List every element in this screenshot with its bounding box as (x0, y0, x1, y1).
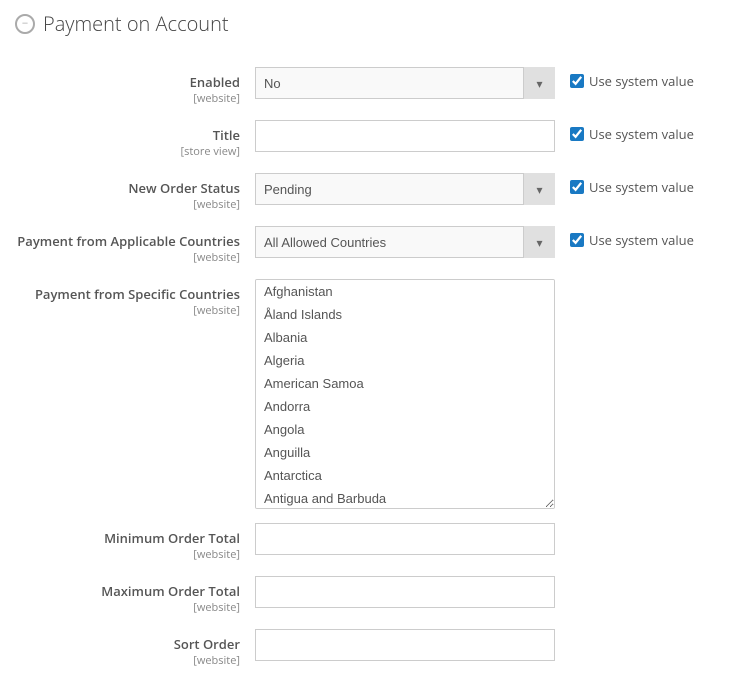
page-title: Payment on Account (43, 10, 229, 37)
label-minimum-order-total: Minimum Order Total [website] (15, 523, 255, 562)
use-system-value-new-order-status-checkbox[interactable] (570, 180, 584, 194)
form-row-applicable-countries: Payment from Applicable Countries [websi… (15, 226, 735, 265)
use-system-value-title-checkbox[interactable] (570, 127, 584, 141)
field-title: Payment on Account (255, 120, 555, 152)
form-row-title: Title [store view] Payment on Account Us… (15, 120, 735, 159)
system-value-title: Use system value (555, 120, 694, 143)
title-input[interactable]: Payment on Account (255, 120, 555, 152)
label-title: Title [store view] (15, 120, 255, 159)
field-enabled: No Yes ▾ (255, 67, 555, 99)
label-new-order-status: New Order Status [website] (15, 173, 255, 212)
select-wrapper-new-order-status: Pending Processing ▾ (255, 173, 555, 205)
field-specific-countries: Afghanistan Åland Islands Albania Algeri… (255, 279, 555, 509)
label-maximum-order-total: Maximum Order Total [website] (15, 576, 255, 615)
checkbox-wrapper-applicable-countries: Use system value (570, 231, 694, 249)
field-minimum-order-total (255, 523, 555, 555)
system-value-enabled: Use system value (555, 67, 694, 90)
form-row-minimum-order-total: Minimum Order Total [website] (15, 523, 735, 562)
use-system-value-applicable-countries-checkbox[interactable] (570, 233, 584, 247)
checkbox-wrapper-title: Use system value (570, 125, 694, 143)
label-specific-countries: Payment from Specific Countries [website… (15, 279, 255, 318)
new-order-status-select[interactable]: Pending Processing (255, 173, 555, 205)
form-row-specific-countries: Payment from Specific Countries [website… (15, 279, 735, 509)
system-value-new-order-status: Use system value (555, 173, 694, 196)
system-value-maximum-order-total (555, 576, 570, 581)
checkbox-wrapper-enabled: Use system value (570, 72, 694, 90)
sort-order-input[interactable] (255, 629, 555, 661)
field-sort-order (255, 629, 555, 661)
collapse-icon[interactable]: − (15, 14, 35, 34)
specific-countries-multiselect[interactable]: Afghanistan Åland Islands Albania Algeri… (255, 279, 555, 509)
form-row-new-order-status: New Order Status [website] Pending Proce… (15, 173, 735, 212)
form-row-enabled: Enabled [website] No Yes ▾ Use system va… (15, 67, 735, 106)
label-enabled: Enabled [website] (15, 67, 255, 106)
checkbox-wrapper-new-order-status: Use system value (570, 178, 694, 196)
payment-on-account-form: Enabled [website] No Yes ▾ Use system va… (15, 67, 735, 668)
label-applicable-countries: Payment from Applicable Countries [websi… (15, 226, 255, 265)
field-applicable-countries: All Allowed Countries Specific Countries… (255, 226, 555, 258)
form-row-sort-order: Sort Order [website] (15, 629, 735, 668)
minimum-order-total-input[interactable] (255, 523, 555, 555)
label-sort-order: Sort Order [website] (15, 629, 255, 668)
use-system-value-enabled-checkbox[interactable] (570, 74, 584, 88)
system-value-minimum-order-total (555, 523, 570, 528)
field-new-order-status: Pending Processing ▾ (255, 173, 555, 205)
select-wrapper-applicable-countries: All Allowed Countries Specific Countries… (255, 226, 555, 258)
system-value-specific-countries (555, 279, 570, 284)
system-value-sort-order (555, 629, 570, 634)
system-value-applicable-countries: Use system value (555, 226, 694, 249)
maximum-order-total-input[interactable] (255, 576, 555, 608)
enabled-select[interactable]: No Yes (255, 67, 555, 99)
form-row-maximum-order-total: Maximum Order Total [website] (15, 576, 735, 615)
select-wrapper-enabled: No Yes ▾ (255, 67, 555, 99)
page-header: − Payment on Account (15, 10, 735, 47)
applicable-countries-select[interactable]: All Allowed Countries Specific Countries (255, 226, 555, 258)
field-maximum-order-total (255, 576, 555, 608)
